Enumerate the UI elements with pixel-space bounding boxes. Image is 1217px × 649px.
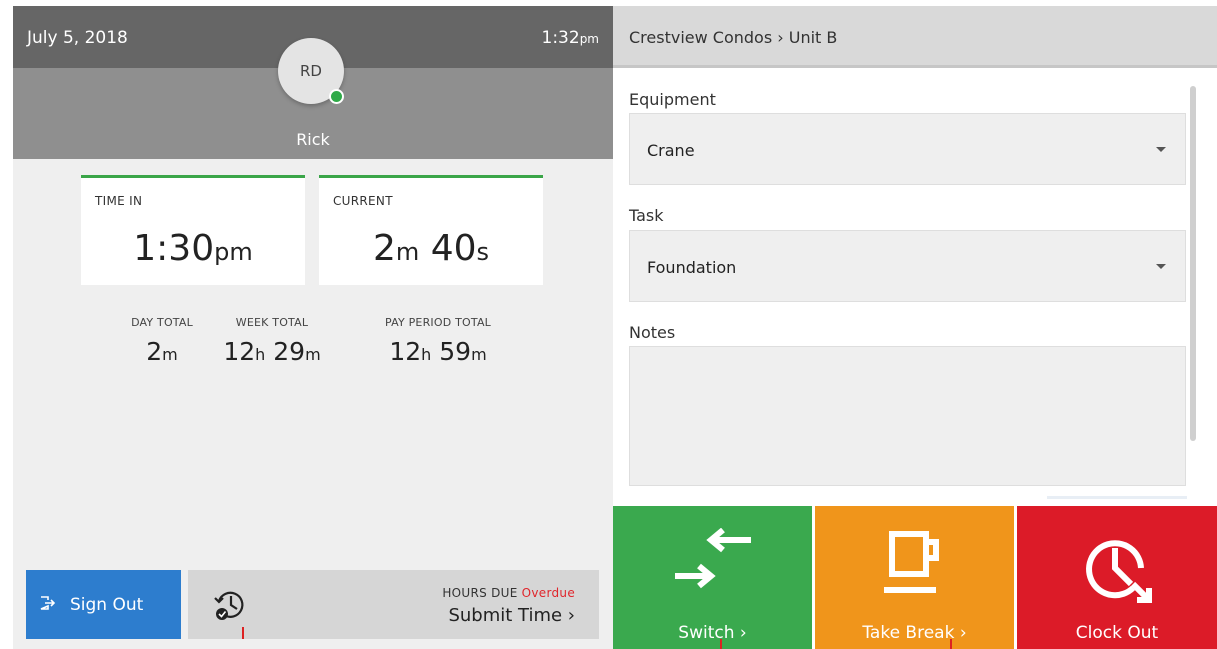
timeclock-panel: July 5, 2018 1:32pm RD Rick TIME IN 1:30…: [13, 6, 613, 649]
caret-down-icon: [1156, 147, 1166, 152]
clock-out-button[interactable]: Clock Out: [1017, 506, 1217, 649]
hours-due: HOURS DUE Overdue: [442, 586, 575, 600]
caret-down-icon: [1156, 264, 1166, 269]
time-in-value: 1:30pm: [133, 228, 253, 269]
user-header: July 5, 2018 1:32pm RD Rick: [13, 6, 613, 159]
pay-period-total: PAY PERIOD TOTAL 12h 59m: [363, 316, 513, 366]
current-time: 1:32pm: [541, 28, 600, 48]
scroll-indicator: [1047, 496, 1187, 499]
overdue-badge: Overdue: [521, 586, 575, 600]
submit-time-button[interactable]: HOURS DUE Overdue Submit Time ›: [188, 570, 599, 639]
switch-arrows-icon: [674, 528, 751, 589]
red-marker: [720, 639, 722, 649]
equipment-select[interactable]: Crane: [629, 113, 1186, 185]
sign-out-button[interactable]: Sign Out: [26, 570, 181, 639]
online-status-dot: [329, 89, 344, 104]
current-date: July 5, 2018: [27, 28, 128, 48]
day-total-value: 2m: [146, 337, 178, 366]
history-icon: [212, 587, 248, 623]
day-total: DAY TOTAL 2m: [107, 316, 217, 366]
current-value: 2m 40s: [372, 228, 490, 269]
take-break-label: Take Break ›: [862, 623, 967, 643]
user-name: Rick: [296, 130, 330, 149]
switch-button[interactable]: Switch ›: [613, 506, 812, 649]
notes-label: Notes: [629, 323, 676, 342]
pay-period-total-value: 12h 59m: [389, 337, 487, 366]
scrollbar[interactable]: [1190, 86, 1196, 441]
current-label: CURRENT: [333, 194, 393, 208]
sign-out-icon: [40, 595, 56, 614]
clock-out-icon: [1086, 540, 1152, 603]
day-total-label: DAY TOTAL: [131, 316, 193, 329]
week-total-value: 12h 29m: [223, 337, 321, 366]
coffee-cup-icon: [883, 531, 939, 593]
pay-period-total-label: PAY PERIOD TOTAL: [384, 316, 491, 329]
task-label: Task: [629, 206, 664, 225]
take-break-button[interactable]: Take Break ›: [815, 506, 1014, 649]
week-total: WEEK TOTAL 12h 29m: [207, 316, 337, 366]
clock-out-label: Clock Out: [1075, 623, 1159, 643]
breadcrumb[interactable]: Crestview Condos › Unit B: [613, 6, 1217, 68]
time-in-card: TIME IN 1:30pm: [81, 175, 305, 285]
notes-field[interactable]: [629, 346, 1186, 486]
red-marker: [242, 627, 244, 639]
sign-out-label: Sign Out: [70, 594, 144, 615]
red-marker: [950, 639, 952, 649]
submit-time-label: Submit Time ›: [448, 605, 575, 626]
task-select[interactable]: Foundation: [629, 230, 1186, 302]
switch-label: Switch ›: [678, 623, 747, 643]
job-form-panel: Crestview Condos › Unit B Equipment Cran…: [613, 6, 1217, 649]
week-total-label: WEEK TOTAL: [235, 316, 309, 329]
task-value: Foundation: [647, 258, 737, 277]
equipment-value: Crane: [647, 141, 695, 160]
equipment-label: Equipment: [629, 90, 716, 109]
time-in-label: TIME IN: [95, 194, 143, 208]
current-card: CURRENT 2m 40s: [319, 175, 543, 285]
